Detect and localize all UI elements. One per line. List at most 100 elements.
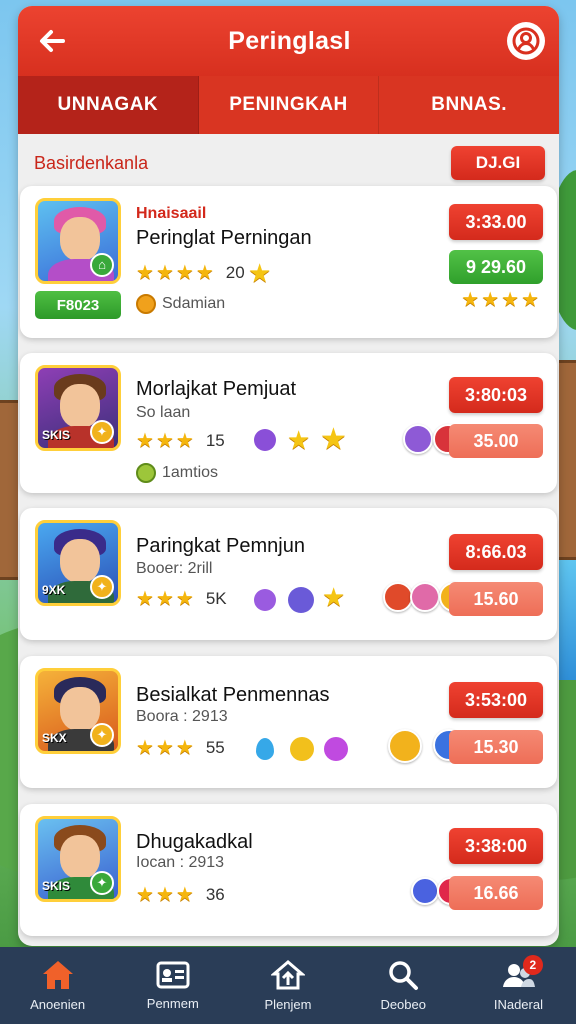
list-item[interactable]: SKIS ✦ Morlajkat Pemjuat So laan ★ ★ ★ 1… — [20, 353, 557, 493]
points-score[interactable]: 35.00 — [449, 424, 543, 458]
list-item[interactable]: SKX ✦ Besialkat Penmennas Boora : 2913 ★… — [20, 656, 557, 788]
player-sub: Boora : 2913 — [136, 708, 228, 725]
list-item[interactable]: 9XK ✦ Paringkat Pemnjun Booer: 2rill ★ ★… — [20, 508, 557, 640]
player-extra: 1amtios — [162, 464, 219, 481]
star-icon: ★ — [136, 430, 154, 452]
player-name: Dhugakadkal — [136, 831, 253, 853]
page-title: Peringlasl — [228, 26, 351, 55]
player-name: Paringkat Pemnjun — [136, 535, 305, 557]
star-icon: ★ — [136, 588, 154, 610]
avatar: ⌂ — [35, 198, 121, 284]
list-subheader: Basirdenkanla DJ.GI — [18, 134, 559, 188]
avatar-tag: SKX — [42, 731, 67, 745]
house-upload-icon — [271, 960, 305, 990]
star-icon: ★ — [195, 262, 214, 284]
rating-stars: ★ ★ ★ ★ 20 — [136, 263, 245, 283]
points-score[interactable]: 15.30 — [449, 730, 543, 764]
id-card-icon — [156, 961, 190, 989]
nav-item-search[interactable]: Deobeo — [346, 947, 461, 1024]
nav-label: Plenjem — [264, 997, 312, 1012]
avatar: SKIS ✦ — [35, 816, 121, 902]
points-score[interactable]: 16.66 — [449, 876, 543, 910]
user-icon — [512, 27, 540, 55]
rating-stars: ★ ★ ★ 5K — [136, 589, 227, 609]
gem-icon — [290, 737, 314, 761]
player-name: Besialkat Penmennas — [136, 684, 330, 706]
player-sub: Booer: 2rill — [136, 560, 213, 577]
avatar-tag: SKIS — [42, 879, 71, 893]
avatar: SKIS ✦ — [35, 365, 121, 451]
search-icon — [389, 961, 419, 990]
avatar-tag: SKIS — [42, 428, 71, 442]
points-score[interactable]: 15.60 — [449, 582, 543, 616]
back-button[interactable] — [32, 21, 72, 61]
stars-count: 15 — [205, 431, 225, 450]
time-score[interactable]: 3:38:00 — [449, 828, 543, 864]
leaderboard-panel: Peringlasl UNNAGAK PENINGKAH BNNAS. Basi… — [18, 6, 559, 946]
subheader-label: Basirdenkanla — [34, 152, 149, 173]
sub-row: 1amtios — [136, 463, 218, 483]
level-badge: ✦ — [90, 723, 114, 747]
player-name: Morlajkat Pemjuat — [136, 378, 297, 400]
time-score[interactable]: 8:66.03 — [449, 534, 543, 570]
tab-peningkah[interactable]: PENINGKAH — [199, 76, 380, 134]
bottom-nav: Anoenien Penmem Plenjem Deobeo 2 INadera… — [0, 947, 576, 1024]
star-icon: ★ — [320, 423, 347, 456]
avatar-tag: 9XK — [42, 583, 66, 597]
drop-icon — [256, 738, 274, 760]
star-icon: ★ — [501, 289, 520, 311]
star-icon: ★ — [155, 430, 174, 452]
gem-icon — [288, 587, 314, 613]
tab-bnnas[interactable]: BNNAS. — [379, 76, 559, 134]
star-icon: ★ — [248, 258, 272, 288]
star-icon: ★ — [136, 262, 154, 284]
time-score[interactable]: 3:53:00 — [449, 682, 543, 718]
time-score[interactable]: 3:80:03 — [449, 377, 543, 413]
player-sub: Iocan : 2913 — [136, 854, 225, 871]
coin-icon — [136, 463, 156, 483]
points-score[interactable]: 9 29.60 — [449, 250, 543, 284]
tab-unnagak[interactable]: UNNAGAK — [18, 76, 199, 134]
star-icon: ★ — [136, 737, 154, 759]
sub-row: Sdamian — [136, 294, 225, 314]
id-badge: F8023 — [35, 291, 121, 319]
tab-bar: UNNAGAK PENINGKAH BNNAS. — [18, 76, 559, 134]
player-sub: So laan — [136, 404, 191, 421]
subheader-value-button[interactable]: DJ.GI — [451, 146, 545, 180]
nav-item-cards[interactable]: Penmem — [115, 947, 230, 1024]
star-icon: ★ — [175, 588, 194, 610]
arrow-left-icon — [40, 30, 65, 52]
powerup-icon — [383, 582, 413, 612]
gem-icon — [254, 429, 276, 451]
star-icon: ★ — [481, 289, 500, 311]
star-icon: ★ — [155, 262, 174, 284]
nav-label: Anoenien — [30, 997, 86, 1012]
profile-button[interactable] — [507, 22, 545, 60]
gem-icon — [324, 737, 348, 761]
nav-label: Deobeo — [380, 997, 426, 1012]
nav-item-upload[interactable]: Plenjem — [230, 947, 345, 1024]
star-icon: ★ — [175, 430, 194, 452]
level-badge: ✦ — [90, 871, 114, 895]
star-icon: ★ — [175, 262, 194, 284]
time-score[interactable]: 3:33.00 — [449, 204, 543, 240]
list-item[interactable]: SKIS ✦ Dhugakadkal Iocan : 2913 ★ ★ ★ 36… — [20, 804, 557, 936]
list-item[interactable]: ⌂ F8023 Hnaisaail Peringlat Perningan ★ … — [20, 186, 557, 338]
star-icon: ★ — [287, 425, 311, 455]
level-badge: ✦ — [90, 420, 114, 444]
home-icon — [42, 961, 73, 989]
nav-item-friends[interactable]: 2 INaderal — [461, 947, 576, 1024]
star-icon: ★ — [175, 884, 194, 906]
star-icon: ★ — [461, 289, 480, 311]
star-icon: ★ — [521, 289, 539, 311]
level-badge: ✦ — [90, 575, 114, 599]
rating-stars: ★ ★ ★ 36 — [136, 885, 225, 905]
nav-label: Penmem — [146, 996, 199, 1011]
powerup-icon — [410, 582, 440, 612]
stars-count: 36 — [205, 885, 225, 904]
notification-badge: 2 — [522, 955, 543, 975]
avatar: 9XK ✦ — [35, 520, 121, 606]
avatar: SKX ✦ — [35, 668, 121, 754]
nav-item-home[interactable]: Anoenien — [0, 947, 115, 1024]
stars-count: 55 — [205, 738, 225, 757]
